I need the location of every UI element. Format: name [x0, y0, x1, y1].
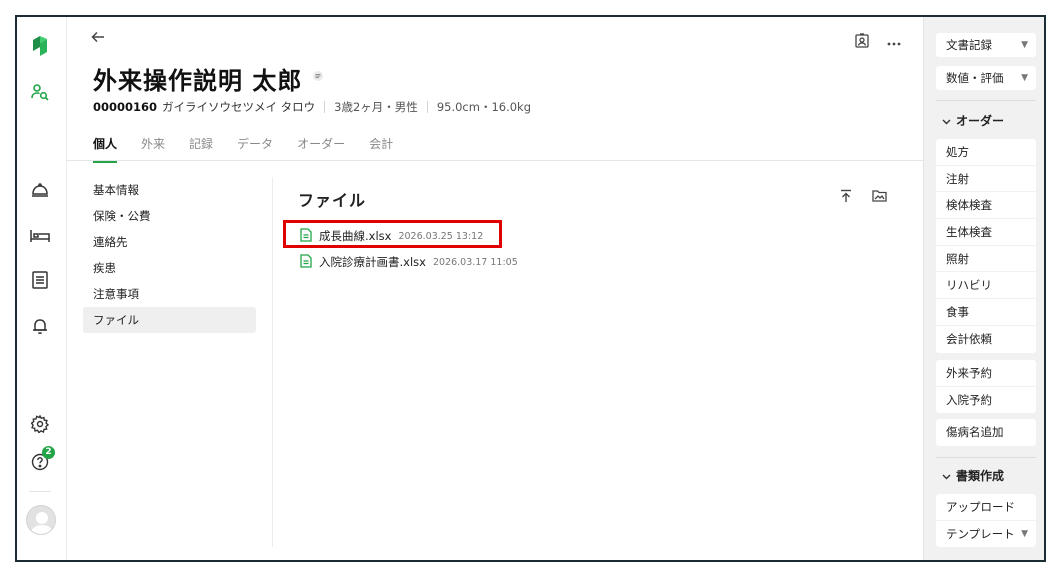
patient-kana: ガイライソウセツメイ タロウ: [162, 100, 316, 114]
back-arrow-icon[interactable]: [91, 31, 105, 46]
chevron-down-icon: ▼: [1021, 40, 1028, 50]
template-dropdown[interactable]: テンプレート ▼: [936, 521, 1036, 548]
submenu-contacts[interactable]: 連絡先: [83, 229, 256, 255]
tab-underline: [67, 160, 923, 161]
patient-id: 00000160: [93, 100, 158, 114]
submenu-diseases[interactable]: 疾患: [83, 255, 256, 281]
document-section-header[interactable]: 書類作成: [942, 467, 1004, 484]
submenu-files[interactable]: ファイル: [83, 307, 256, 333]
order-meal[interactable]: 食事: [936, 299, 1036, 326]
bed-icon[interactable]: [29, 225, 51, 247]
admission-appointment[interactable]: 入院予約: [936, 387, 1036, 414]
order-group: 処方 注射 検体検査 生体検査 照射 リハビリ 食事 会計依頼: [936, 139, 1036, 353]
patient-meta: 00000160 ガイライソウセツメイ タロウ 3歳2ヶ月・男性 95.0cm・…: [93, 99, 531, 115]
patient-name: 外来操作説明 太郎: [93, 67, 303, 95]
dropdown-label: 文書記録: [946, 38, 992, 52]
main-content: 外来操作説明 太郎 00000160 ガイライソウセツメイ タロウ 3歳2ヶ月・…: [67, 17, 923, 560]
header-actions: [855, 33, 901, 51]
image-folder-icon[interactable]: [872, 189, 887, 206]
order-section-label: オーダー: [956, 114, 1005, 128]
app-logo-icon[interactable]: [29, 35, 51, 57]
order-injection[interactable]: 注射: [936, 166, 1036, 193]
highlight-box: [283, 220, 502, 248]
settings-gear-icon[interactable]: [29, 413, 51, 435]
more-menu-icon[interactable]: [887, 35, 901, 49]
appointment-group: 外来予約 入院予約: [936, 360, 1036, 414]
order-specimen-test[interactable]: 検体検査: [936, 192, 1036, 220]
order-panel: 文書記録 ▼ 数値・評価 ▼ オーダー 処方 注射 検体検査 生体検査 照射 リ…: [923, 17, 1044, 560]
order-section-header[interactable]: オーダー: [942, 112, 1004, 129]
dropdown-label: 数値・評価: [946, 71, 1004, 85]
patient-body: 95.0cm・16.0kg: [436, 100, 532, 114]
order-physiological-test[interactable]: 生体検査: [936, 219, 1036, 246]
patient-search-icon[interactable]: [29, 81, 51, 103]
submenu-notes[interactable]: 注意事項: [83, 281, 256, 307]
order-prescription[interactable]: 処方: [936, 139, 1036, 166]
meta-separator: [426, 101, 428, 113]
chevron-down-icon: ▼: [1021, 73, 1028, 83]
tab-outpatient[interactable]: 外来: [141, 135, 165, 163]
note-icon[interactable]: [313, 70, 323, 84]
spreadsheet-file-icon: [300, 253, 312, 271]
file-item[interactable]: 入院診療計画書.xlsx 2026.03.17 11:05: [300, 249, 518, 275]
patient-tabs: 個人 外来 記録 データ オーダー 会計: [93, 135, 417, 163]
disease-group: 傷病名追加: [936, 419, 1036, 446]
document-section-label: 書類作成: [956, 469, 1005, 483]
panel-divider: [936, 457, 1036, 458]
tab-accounting[interactable]: 会計: [369, 135, 393, 163]
order-rehabilitation[interactable]: リハビリ: [936, 272, 1036, 300]
tab-personal[interactable]: 個人: [93, 135, 118, 163]
meta-separator: [324, 101, 326, 113]
rail-divider: [29, 491, 51, 492]
bell-icon[interactable]: [29, 315, 51, 337]
panel-divider: [936, 100, 1036, 101]
upload-icon[interactable]: [840, 189, 852, 206]
content-divider: [272, 177, 273, 547]
nav-rail: 2: [17, 17, 67, 560]
numeric-eval-dropdown[interactable]: 数値・評価 ▼: [936, 66, 1036, 90]
file-date: 2026.03.17 11:05: [432, 256, 518, 268]
user-avatar[interactable]: [26, 505, 56, 535]
document-list-icon[interactable]: [29, 269, 51, 291]
submenu-insurance[interactable]: 保険・公費: [83, 203, 256, 229]
document-record-dropdown[interactable]: 文書記録 ▼: [936, 33, 1036, 57]
tab-order[interactable]: オーダー: [297, 135, 345, 163]
patient-card-icon[interactable]: [855, 33, 869, 51]
notification-badge: 2: [42, 446, 55, 459]
cloche-icon[interactable]: [29, 179, 51, 201]
tab-data[interactable]: データ: [237, 135, 273, 163]
document-group: アップロード テンプレート ▼: [936, 494, 1036, 548]
personal-submenu: 基本情報 保険・公費 連絡先 疾患 注意事項 ファイル: [83, 177, 256, 333]
chevron-down-icon: ▼: [1021, 528, 1028, 539]
patient-age-sex: 3歳2ヶ月・男性: [334, 100, 418, 114]
chevron-down-icon: [942, 114, 951, 128]
help-icon[interactable]: 2: [29, 446, 55, 473]
tab-records[interactable]: 記録: [189, 135, 213, 163]
upload-button[interactable]: アップロード: [936, 494, 1036, 521]
template-label: テンプレート: [946, 526, 1015, 541]
order-billing-request[interactable]: 会計依頼: [936, 326, 1036, 353]
add-disease-button[interactable]: 傷病名追加: [936, 419, 1036, 446]
chevron-down-icon: [942, 469, 951, 483]
files-heading: ファイル: [298, 191, 367, 210]
order-radiation[interactable]: 照射: [936, 246, 1036, 273]
submenu-basic-info[interactable]: 基本情報: [83, 177, 256, 203]
file-name: 入院診療計画書.xlsx: [319, 255, 426, 269]
outpatient-appointment[interactable]: 外来予約: [936, 360, 1036, 387]
files-actions: [840, 189, 887, 206]
app-window: 2 外来操作説明 太郎 00000160 ガイライソウセツメイ タロウ 3歳2ヶ…: [15, 15, 1046, 562]
